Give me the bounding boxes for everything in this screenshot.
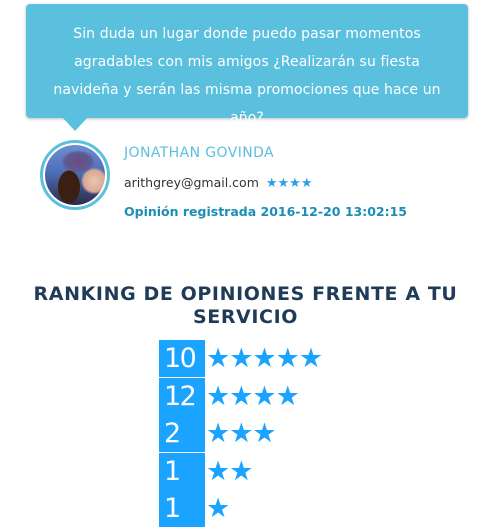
bubble-tail (62, 117, 88, 131)
ranking-count: 12 (159, 377, 205, 415)
ranking-title: RANKING DE OPINIONES FRENTE A TU SERVICI… (33, 283, 458, 328)
star-icons: ★★★★★ (206, 343, 323, 374)
testimonial-bubble: Sin duda un lugar donde puedo pasar mome… (26, 4, 468, 126)
star-icons: ★★ (206, 455, 253, 487)
ranking-count: 1 (159, 452, 205, 490)
opinion-date: Opinión registrada 2016-12-20 13:02:15 (124, 204, 407, 219)
author-rating-stars-icon: ★★★★ (265, 176, 313, 191)
ranking-count: 2 (159, 415, 205, 452)
ranking-count: 1 (159, 490, 205, 527)
testimonial-text: Sin duda un lugar donde puedo pasar mome… (53, 26, 441, 126)
author-name: JONATHAN GOVINDA (124, 145, 275, 161)
star-icons: ★ (206, 493, 230, 524)
star-icons: ★★★★ (206, 380, 300, 412)
opinions-page: Sin duda un lugar donde puedo pasar mome… (0, 0, 491, 530)
ranking-count: 10 (159, 340, 205, 377)
user-photo-icon (45, 145, 105, 205)
author-email: arithgrey@gmail.com (124, 175, 259, 190)
author-avatar (40, 140, 110, 210)
star-icons: ★★★ (206, 418, 277, 449)
author-email-line: arithgrey@gmail.com ★★★★ (124, 175, 312, 191)
